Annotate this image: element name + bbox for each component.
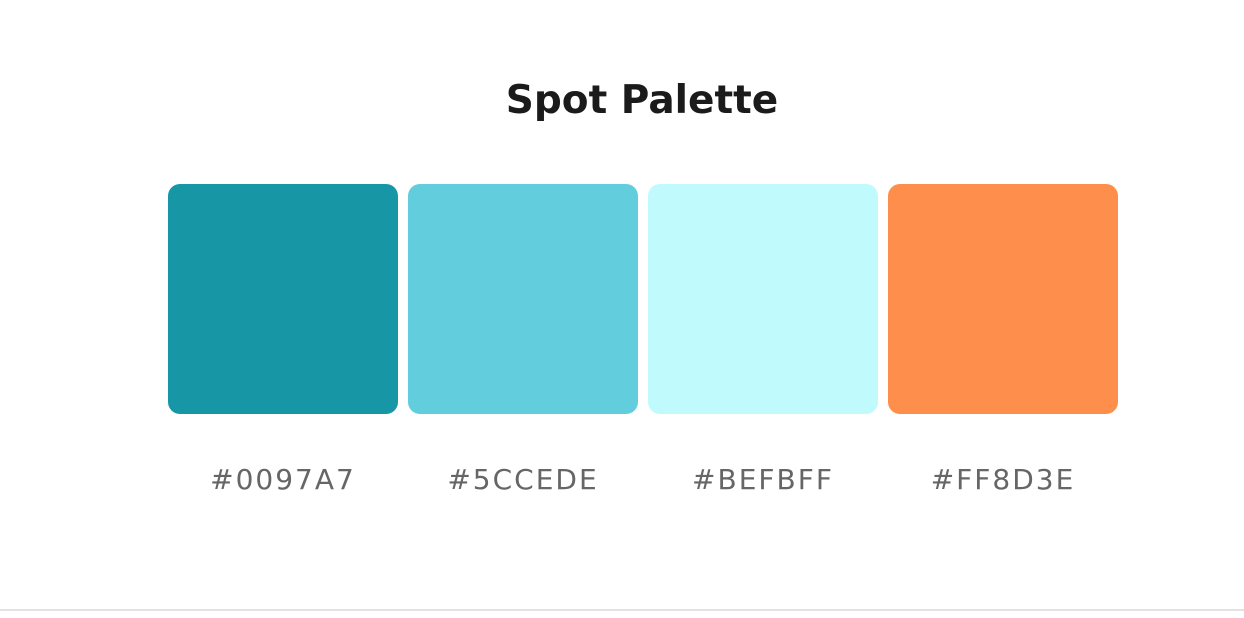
color-swatch-4[interactable] <box>888 184 1118 414</box>
color-swatch-3[interactable] <box>648 184 878 414</box>
color-swatch-1[interactable] <box>168 184 398 414</box>
swatch-row <box>168 184 1118 414</box>
bottom-divider <box>0 609 1244 611</box>
hex-label-2: #5CCEDE <box>447 463 599 496</box>
hex-label-1: #0097A7 <box>210 463 356 496</box>
hex-label-3: #BEFBFF <box>692 463 834 496</box>
hex-label-4: #FF8D3E <box>930 463 1076 496</box>
palette-title: Spot Palette <box>505 78 779 123</box>
color-swatch-2[interactable] <box>408 184 638 414</box>
hex-label-row: #0097A7 #5CCEDE #BEFBFF #FF8D3E <box>163 463 1123 496</box>
